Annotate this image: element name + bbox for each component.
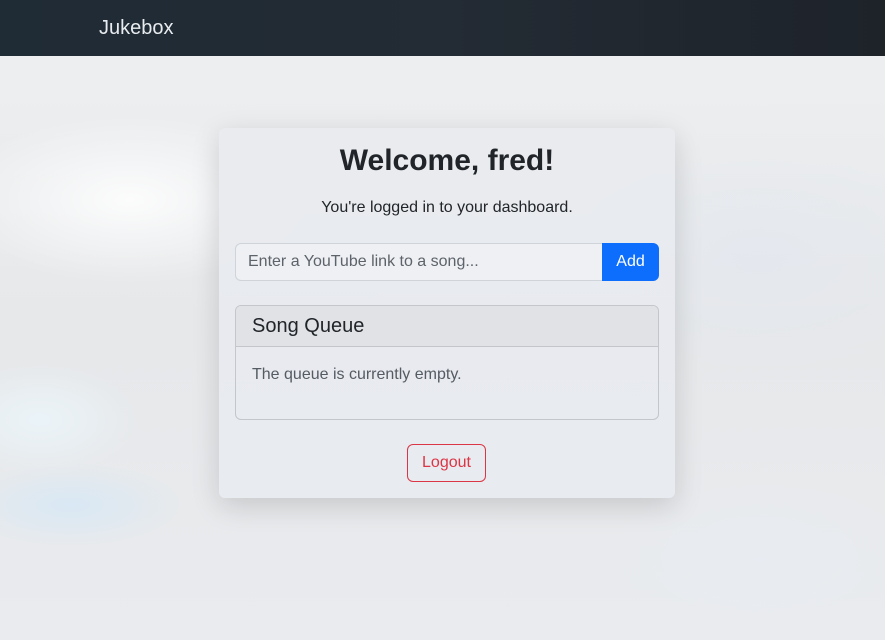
song-queue-body: The queue is currently empty. <box>236 347 658 403</box>
dashboard-subtitle: You're logged in to your dashboard. <box>321 199 573 216</box>
add-song-button[interactable]: Add <box>602 243 659 281</box>
page-title: Welcome, fred! <box>339 144 555 177</box>
song-queue-header: Song Queue <box>236 306 658 347</box>
add-song-form: Add <box>235 243 659 281</box>
song-queue-title: Song Queue <box>252 315 365 337</box>
navbar: Jukebox <box>0 0 885 56</box>
dashboard-card: Welcome, fred! You're logged in to your … <box>219 128 675 498</box>
song-link-input[interactable] <box>235 243 602 281</box>
brand-link[interactable]: Jukebox <box>99 16 174 40</box>
logout-button[interactable]: Logout <box>407 444 486 482</box>
queue-empty-message: The queue is currently empty. <box>252 366 462 383</box>
song-queue-panel: Song Queue The queue is currently empty. <box>235 305 659 420</box>
